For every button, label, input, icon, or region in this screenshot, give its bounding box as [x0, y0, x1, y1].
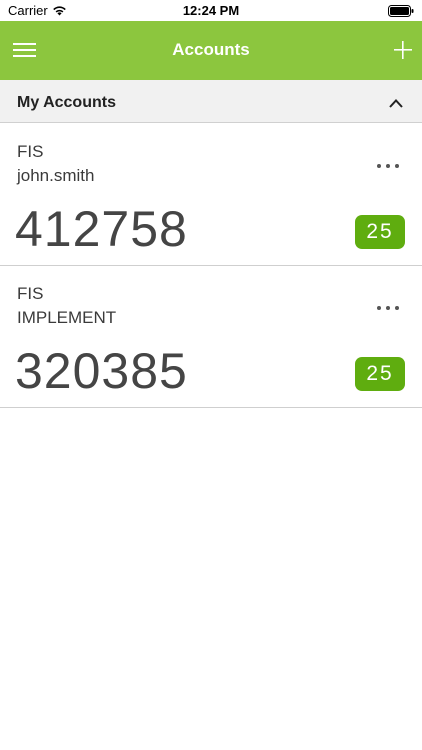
account-card[interactable]: FIS john.smith 412758 25 [0, 124, 422, 266]
account-issuer: FIS [17, 142, 44, 161]
plus-icon [394, 41, 412, 59]
status-time: 12:24 PM [182, 3, 240, 18]
more-options-button[interactable] [376, 158, 400, 168]
account-card[interactable]: FIS IMPLEMENT 320385 25 [0, 266, 422, 408]
collapse-button[interactable] [388, 96, 404, 108]
account-issuer: FIS [17, 284, 44, 303]
more-options-button[interactable] [376, 300, 400, 310]
otp-code[interactable]: 320385 [15, 342, 188, 400]
ellipsis-icon [377, 306, 399, 310]
battery-icon [388, 4, 414, 22]
timer-badge: 25 [355, 215, 405, 249]
page-title: Accounts [172, 40, 250, 59]
ellipsis-icon [377, 164, 399, 168]
status-bar: Carrier 12:24 PM [0, 0, 422, 21]
account-username: john.smith [17, 166, 95, 185]
section-header[interactable]: My Accounts [0, 80, 422, 123]
otp-code[interactable]: 412758 [15, 200, 188, 258]
add-account-button[interactable] [392, 39, 414, 61]
nav-bar: Accounts [0, 21, 422, 80]
timer-badge: 25 [355, 357, 405, 391]
section-title: My Accounts [17, 94, 116, 111]
account-username: IMPLEMENT [17, 308, 117, 327]
chevron-up-icon [389, 99, 403, 108]
